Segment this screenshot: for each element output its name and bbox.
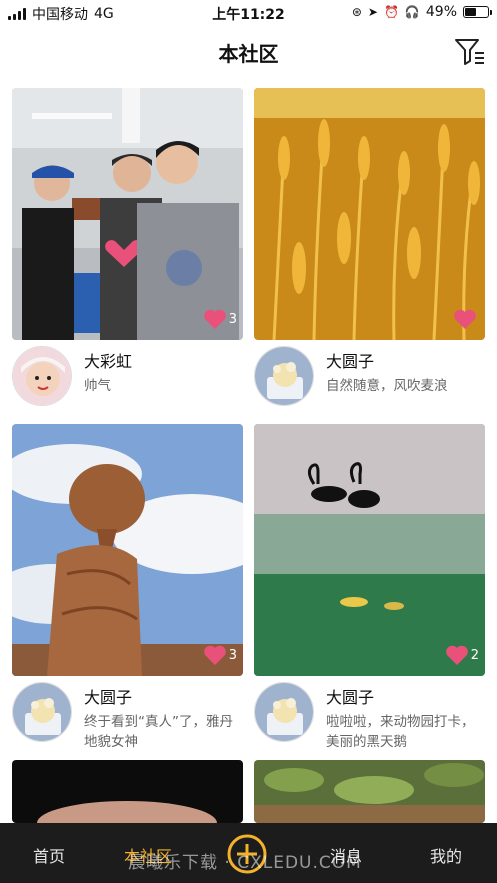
battery-percent: 49% <box>425 4 457 20</box>
alarm-icon: ⏰ <box>383 5 399 19</box>
post-image[interactable]: 2 <box>254 424 485 676</box>
avatar[interactable] <box>254 346 314 406</box>
post-author[interactable]: 大圆子 终于看到“真人”了，雅丹地貌女神 <box>12 682 243 750</box>
filter-icon[interactable] <box>453 34 487 68</box>
author-name[interactable]: 大圆子 <box>326 684 374 708</box>
heart-icon <box>203 645 226 665</box>
post-image[interactable] <box>254 88 485 340</box>
post-image[interactable] <box>12 760 243 823</box>
avatar[interactable] <box>254 682 314 742</box>
author-name[interactable]: 大圆子 <box>84 684 132 708</box>
headphones-icon: 🎧 <box>404 5 420 19</box>
post-author[interactable]: 大彩虹 帅气 <box>12 346 243 410</box>
post-image[interactable]: 3 <box>12 424 243 676</box>
post-description: 帅气 <box>84 378 111 394</box>
like-badge[interactable]: 3 <box>203 644 237 666</box>
like-count: 3 <box>228 311 237 327</box>
post-description: 啦啦啦，来动物园打卡，美丽的黑天鹅 <box>326 714 475 750</box>
avatar[interactable] <box>12 682 72 742</box>
page-title: 本社区 <box>218 42 279 66</box>
post-image[interactable] <box>254 760 485 823</box>
like-count: 3 <box>228 647 237 663</box>
battery-icon <box>463 6 492 18</box>
status-right: ⊛ ➤ ⏰ 🎧 49% <box>351 4 492 20</box>
post-description: 终于看到“真人”了，雅丹地貌女神 <box>84 714 233 750</box>
heart-icon <box>203 309 226 329</box>
nav-bar: 本社区 <box>0 28 497 78</box>
tab-home[interactable]: 首页 <box>33 843 65 867</box>
author-name[interactable]: 大彩虹 <box>84 348 132 372</box>
battery-fill <box>465 8 476 16</box>
author-name[interactable]: 大圆子 <box>326 348 374 372</box>
post-image[interactable]: 3 <box>12 88 243 340</box>
post-author[interactable]: 大圆子 自然随意，风吹麦浪 <box>254 346 485 410</box>
avatar[interactable] <box>12 346 72 406</box>
heart-icon <box>445 645 468 665</box>
post-description: 自然随意，风吹麦浪 <box>326 378 448 394</box>
heart-icon <box>454 309 476 329</box>
like-badge[interactable]: 2 <box>445 644 479 666</box>
post-author[interactable]: 大圆子 啦啦啦，来动物园打卡，美丽的黑天鹅 <box>254 682 485 750</box>
like-badge[interactable]: 3 <box>203 308 237 330</box>
like-badge[interactable] <box>453 308 479 330</box>
like-count: 2 <box>470 647 479 663</box>
tab-mine[interactable]: 我的 <box>430 843 462 867</box>
location-icon: ➤ <box>367 5 378 19</box>
watermark: 晨曦乐下载 · CXLEDU.COM <box>128 853 362 873</box>
status-bar: 中国移动 4G 上午11:22 ⊛ ➤ ⏰ 🎧 49% <box>0 0 497 28</box>
rotation-lock-icon: ⊛ <box>351 5 362 19</box>
